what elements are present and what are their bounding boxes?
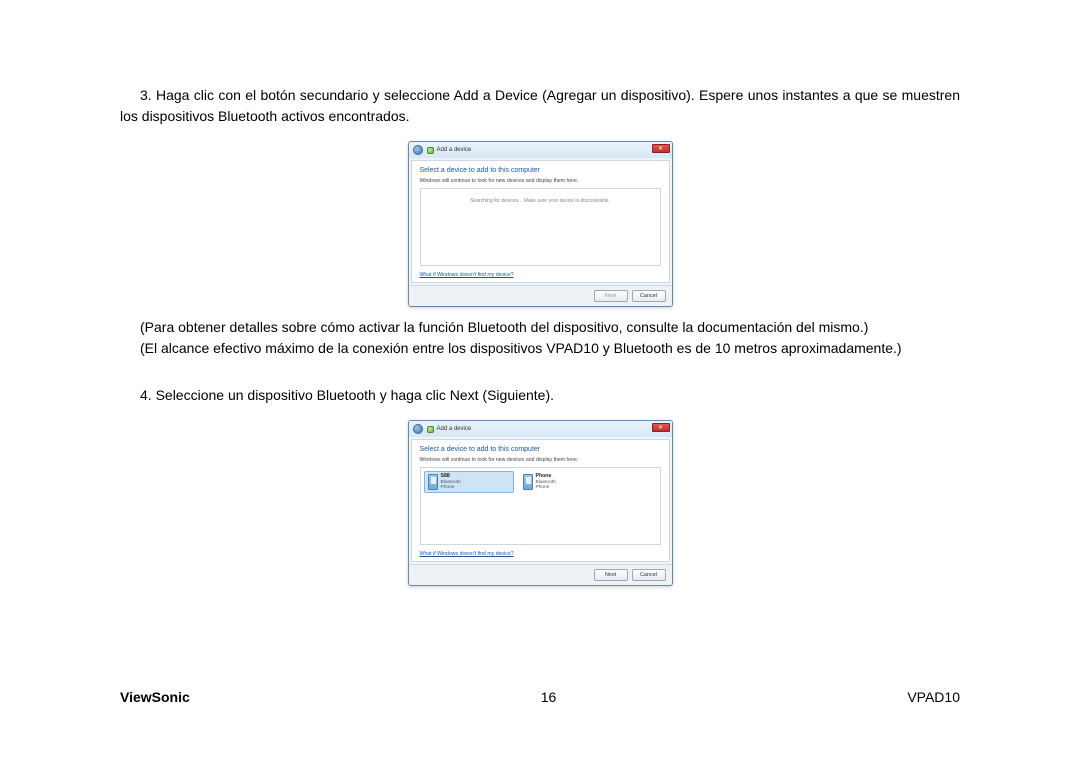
dialog2-subtext: Windows will continue to look for new de…	[420, 457, 661, 463]
device-item-selected[interactable]: S88 Bluetooth Phone	[424, 471, 514, 493]
close-icon[interactable]: ✕	[652, 423, 670, 432]
dialog1-subtext: Windows will continue to look for new de…	[420, 178, 661, 184]
footer-brand: ViewSonic	[120, 689, 190, 705]
phone-icon	[523, 474, 533, 490]
close-icon[interactable]: ✕	[652, 144, 670, 153]
device-item[interactable]: Phone Bluetooth Phone	[520, 471, 610, 493]
device-type: Phone	[441, 485, 461, 490]
dialog2-title-text: Add a device	[437, 426, 472, 432]
back-icon[interactable]	[413, 424, 423, 434]
add-device-dialog-2: Add a device ✕ Select a device to add to…	[408, 420, 673, 586]
dialog1-container: Add a device ✕ Select a device to add to…	[120, 141, 960, 307]
device-labels: S88 Bluetooth Phone	[441, 474, 461, 490]
footer-model: VPAD10	[907, 689, 960, 705]
dialog1-heading: Select a device to add to this computer	[420, 167, 661, 174]
dialog2-titlebar: Add a device ✕	[409, 421, 672, 437]
phone-icon	[428, 474, 438, 490]
dialog2-footer: Next Cancel	[409, 564, 672, 585]
dialog2-help-link[interactable]: What if Windows doesn't find my device?	[420, 551, 661, 557]
device-row: S88 Bluetooth Phone Phone Bluetooth Phon…	[424, 471, 657, 493]
next-button[interactable]: Next	[594, 290, 628, 302]
note-line-1: (Para obtener detalles sobre cómo activa…	[120, 317, 960, 338]
note-line-2: (El alcance efectivo máximo de la conexi…	[120, 338, 960, 359]
dialog1-titlebar: Add a device ✕	[409, 142, 672, 158]
dialog2-container: Add a device ✕ Select a device to add to…	[120, 420, 960, 586]
step4-text: 4. Seleccione un dispositivo Bluetooth y…	[120, 385, 960, 406]
dialog1-device-list: Searching for devices... Make sure your …	[420, 188, 661, 266]
dialog2-device-list: S88 Bluetooth Phone Phone Bluetooth Phon…	[420, 467, 661, 545]
dialog1-footer: Next Cancel	[409, 285, 672, 306]
dialog2-body: Select a device to add to this computer …	[411, 439, 670, 562]
dialog1-help-link[interactable]: What if Windows doesn't find my device?	[420, 272, 661, 278]
back-icon[interactable]	[413, 145, 423, 155]
cancel-button[interactable]: Cancel	[632, 290, 666, 302]
device-type: Phone	[536, 485, 556, 490]
add-device-dialog-1: Add a device ✕ Select a device to add to…	[408, 141, 673, 307]
cancel-button[interactable]: Cancel	[632, 569, 666, 581]
footer-page-number: 16	[541, 689, 557, 705]
dialog1-body: Select a device to add to this computer …	[411, 160, 670, 283]
dialog2-heading: Select a device to add to this computer	[420, 446, 661, 453]
next-button[interactable]: Next	[594, 569, 628, 581]
add-device-icon	[427, 147, 434, 154]
add-device-icon	[427, 426, 434, 433]
page-footer: ViewSonic 16 VPAD10	[120, 689, 960, 705]
searching-message: Searching for devices... Make sure your …	[424, 192, 657, 204]
device-labels: Phone Bluetooth Phone	[536, 474, 556, 490]
dialog1-title-text: Add a device	[437, 147, 472, 153]
step3-text: 3. Haga clic con el botón secundario y s…	[120, 85, 960, 127]
